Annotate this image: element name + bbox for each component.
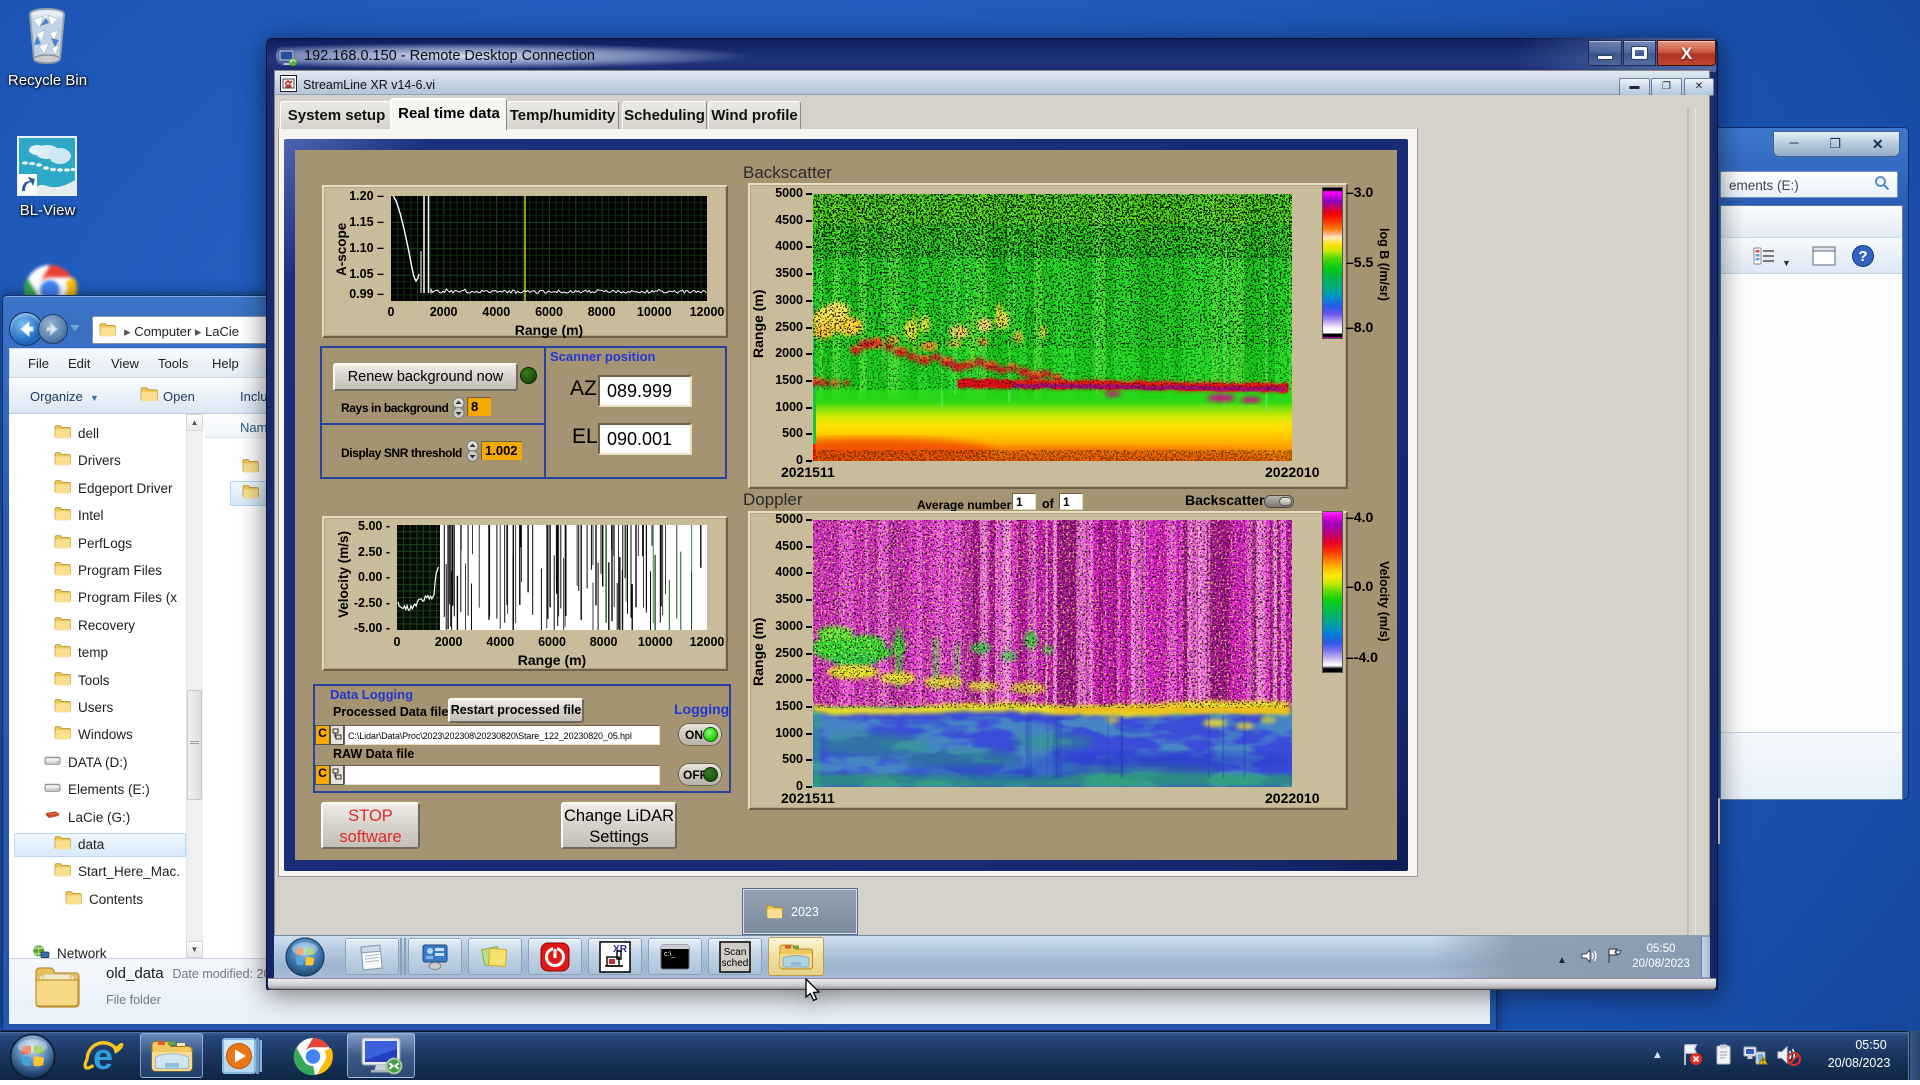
svg-text:sched: sched (722, 958, 749, 969)
svg-text:!: ! (1762, 1059, 1764, 1066)
svg-text:c:\_: c:\_ (664, 951, 675, 958)
svg-text:Scan: Scan (724, 947, 747, 958)
svg-text:?: ? (1858, 248, 1867, 265)
